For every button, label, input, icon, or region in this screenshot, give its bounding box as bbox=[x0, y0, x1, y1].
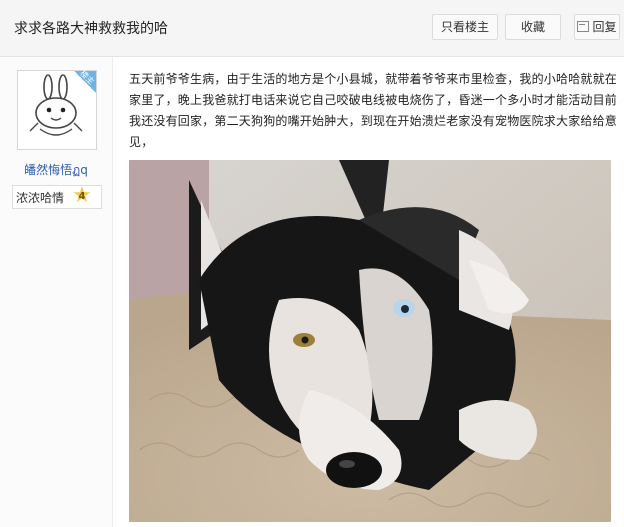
thread-title: 求求各路大神救救我的哈 bbox=[14, 21, 168, 37]
thread-header: 求求各路大神救救我的哈 只看楼主 收藏 回复 bbox=[0, 0, 624, 57]
favorite-button[interactable]: 收藏 bbox=[505, 14, 561, 40]
reply-icon bbox=[577, 21, 590, 32]
avatar[interactable]: 楼主 bbox=[17, 68, 97, 150]
op-badge: 楼主 bbox=[74, 68, 96, 93]
husky-photo-illustration bbox=[129, 160, 611, 522]
only-op-button[interactable]: 只看楼主 bbox=[432, 14, 498, 40]
author-sidebar: 楼主 皤然悔悟ฏq 浓浓哈情 ★ 4 bbox=[0, 57, 113, 527]
post-photo[interactable] bbox=[129, 160, 611, 522]
reply-button[interactable]: 回复 bbox=[574, 14, 620, 40]
level-badge: 浓浓哈情 ★ 4 bbox=[12, 185, 102, 209]
post-body-text: 五天前爷爷生病，由于生活的地方是个小县城，就带着爷爷来市里检查，我的小哈哈就就在… bbox=[129, 72, 618, 149]
level-name: 浓浓哈情 bbox=[16, 191, 65, 205]
author-username[interactable]: 皤然悔悟ฏq bbox=[0, 161, 112, 180]
reply-label: 回复 bbox=[592, 20, 617, 34]
op-badge-label: 楼主 bbox=[78, 68, 96, 87]
level-number: 4 bbox=[78, 191, 86, 202]
